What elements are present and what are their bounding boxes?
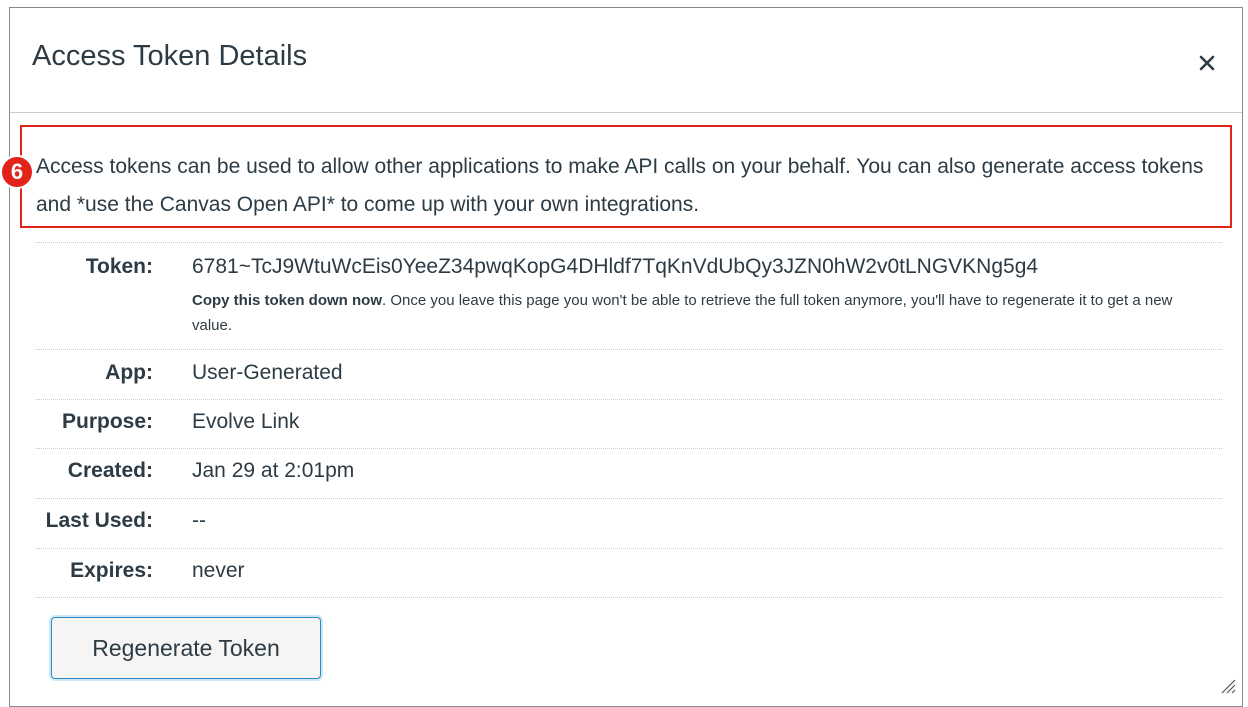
created-label: Created: bbox=[67, 459, 153, 482]
last-used-value: -- bbox=[192, 509, 206, 532]
token-note-bold: Copy this token down now bbox=[192, 292, 382, 309]
resize-handle-icon[interactable] bbox=[1218, 676, 1236, 694]
regenerate-token-button[interactable]: Regenerate Token bbox=[51, 617, 321, 679]
divider bbox=[36, 349, 1222, 350]
divider bbox=[36, 399, 1222, 400]
close-icon bbox=[1199, 55, 1215, 71]
intro-text: Access tokens can be used to allow other… bbox=[36, 155, 1204, 216]
step-number-badge: 6 bbox=[0, 155, 34, 189]
token-copy-note: Copy this token down now. Once you leave… bbox=[192, 288, 1192, 338]
purpose-label: Purpose: bbox=[61, 410, 153, 433]
last-used-label: Last Used: bbox=[45, 509, 153, 532]
expires-value: never bbox=[192, 559, 245, 582]
access-token-dialog: Access Token Details Access tokens can b… bbox=[9, 7, 1243, 707]
divider bbox=[36, 597, 1222, 598]
divider bbox=[36, 448, 1222, 449]
divider bbox=[36, 242, 1222, 243]
token-value: 6781~TcJ9WtuWcEis0YeeZ34pwqKopG4DHldf7Tq… bbox=[192, 255, 1039, 278]
close-button[interactable] bbox=[1192, 48, 1222, 78]
created-value: Jan 29 at 2:01pm bbox=[192, 459, 355, 482]
divider bbox=[36, 548, 1222, 549]
app-label: App: bbox=[105, 361, 153, 384]
expires-label: Expires: bbox=[70, 559, 153, 582]
app-value: User-Generated bbox=[192, 361, 343, 384]
token-label: Token: bbox=[85, 255, 153, 278]
dialog-title: Access Token Details bbox=[32, 40, 308, 72]
divider bbox=[36, 498, 1222, 499]
dialog-header: Access Token Details bbox=[10, 8, 1242, 113]
purpose-value: Evolve Link bbox=[192, 410, 300, 433]
